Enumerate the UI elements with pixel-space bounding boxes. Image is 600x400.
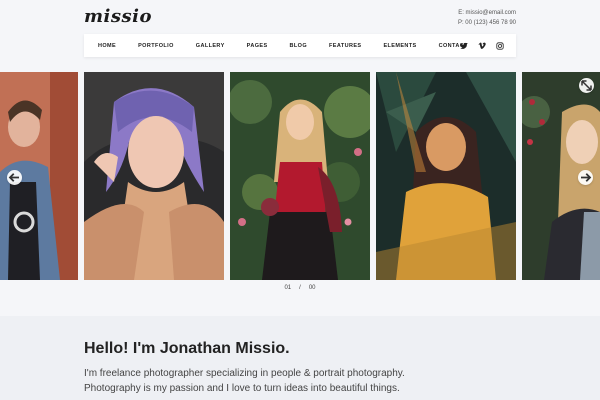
gallery-photo[interactable]: [376, 72, 516, 280]
about-title: Hello! I'm Jonathan Missio.: [84, 340, 290, 357]
about-line-2: Photography is my passion and I love to …: [84, 383, 400, 394]
gallery-photo[interactable]: [84, 72, 224, 280]
about-line-1: I'm freelance photographer specializing …: [84, 368, 405, 379]
gallery-photo[interactable]: [0, 72, 78, 280]
slider-total: 00: [308, 285, 316, 291]
gallery-photo[interactable]: [230, 72, 370, 280]
nav-item-gallery[interactable]: GALLERY: [196, 43, 225, 49]
twitter-icon[interactable]: [460, 42, 468, 50]
arrow-left-icon: [8, 173, 19, 182]
expand-button[interactable]: [579, 78, 594, 93]
about-description: I'm freelance photographer specializing …: [84, 366, 484, 396]
social-links: [460, 34, 504, 57]
nav-item-elements[interactable]: ELEMENTS: [383, 43, 416, 49]
arrow-right-icon: [581, 173, 592, 182]
contact-phone: P: 00 (123) 456 78 90: [457, 20, 516, 26]
nav-item-blog[interactable]: BLOG: [290, 43, 308, 49]
nav-item-features[interactable]: FEATURES: [329, 43, 361, 49]
contact-email[interactable]: E: missio@email.com: [458, 8, 516, 18]
slider-next-button[interactable]: [578, 170, 593, 185]
slider-prev-button[interactable]: [7, 170, 22, 185]
slider-counter: 01 / 00: [0, 285, 600, 291]
site-logo[interactable]: missio: [84, 6, 152, 27]
nav-menu: HOME PORTFOLIO GALLERY PAGES BLOG FEATUR…: [84, 43, 490, 49]
gallery-photo[interactable]: [522, 72, 600, 280]
slider-separator: /: [299, 285, 301, 291]
vimeo-icon[interactable]: [478, 42, 486, 50]
about-section: Hello! I'm Jonathan Missio. I'm freelanc…: [0, 316, 600, 400]
instagram-icon[interactable]: [496, 41, 504, 50]
portfolio-slider: [0, 72, 600, 280]
nav-item-portfolio[interactable]: PORTFOLIO: [138, 43, 174, 49]
contact-info: E: missio@email.com P: 00 (123) 456 78 9…: [458, 8, 516, 28]
nav-item-pages[interactable]: PAGES: [247, 43, 268, 49]
expand-icon: [581, 80, 592, 91]
nav-item-home[interactable]: HOME: [98, 43, 116, 49]
main-navigation: HOME PORTFOLIO GALLERY PAGES BLOG FEATUR…: [84, 34, 516, 57]
slider-current: 01: [284, 285, 292, 291]
